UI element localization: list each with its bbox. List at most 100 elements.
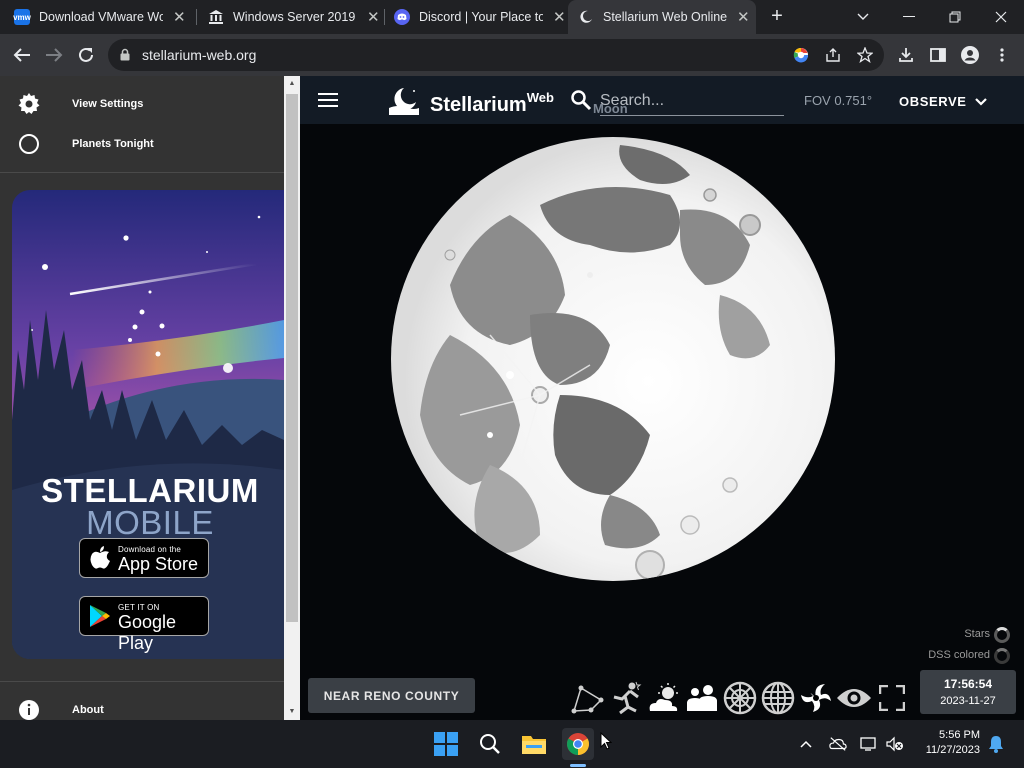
file-explorer-icon[interactable] xyxy=(518,728,550,760)
tab-close-icon[interactable]: ✕ xyxy=(173,8,186,26)
time-text: 17:56:54 xyxy=(943,677,993,691)
windows-start-icon[interactable] xyxy=(430,728,462,760)
forward-arrow-icon[interactable] xyxy=(42,43,66,67)
equatorial-grid-icon[interactable] xyxy=(760,680,796,716)
search-icon[interactable] xyxy=(570,89,592,116)
stellarium-icon xyxy=(578,9,594,25)
windows-taskbar: 5:56 PM 11/27/2023 xyxy=(0,720,1024,768)
moon-image[interactable] xyxy=(390,135,836,583)
landscape-icon[interactable] xyxy=(684,680,720,716)
fov-readout: FOV 0.751° xyxy=(804,93,873,108)
app-store-button[interactable]: Download on the App Store xyxy=(79,538,209,578)
stellarium-logo-icon xyxy=(388,86,420,121)
sidebar-item-label: About xyxy=(72,704,104,716)
chevron-down-icon xyxy=(974,94,987,109)
tab-search-chevron-icon[interactable] xyxy=(840,0,886,34)
tab-stellarium[interactable]: Stellarium Web Online ✕ xyxy=(568,0,756,34)
info-icon xyxy=(17,698,41,720)
stellarium-brand: StellariumWeb xyxy=(430,90,554,117)
sidebar-item-view-settings[interactable]: View Settings xyxy=(0,84,284,124)
chrome-taskbar-icon[interactable] xyxy=(562,728,594,760)
divider xyxy=(0,681,284,682)
share-icon[interactable] xyxy=(824,46,842,64)
stellarium-top-bar: StellariumWeb Moon FOV 0.751° OBSERVE xyxy=(300,76,1024,124)
tab-vmware[interactable]: vmw Download VMware Wo ✕ xyxy=(13,0,192,34)
tab-separator xyxy=(384,9,385,25)
brand-suffix: Web xyxy=(526,90,554,105)
constellation-art-icon[interactable] xyxy=(608,680,644,716)
atmosphere-icon[interactable] xyxy=(646,680,682,716)
night-mode-eye-icon[interactable] xyxy=(836,680,872,716)
google-play-small-text: GET IT ON xyxy=(118,603,160,612)
volume-muted-icon[interactable] xyxy=(886,735,904,753)
system-clock[interactable]: 5:56 PM 11/27/2023 xyxy=(908,728,980,758)
notification-bell-icon[interactable] xyxy=(987,735,1005,753)
tab-title: Discord | Your Place to xyxy=(419,10,543,24)
scroll-down-arrow-icon[interactable]: ▼ xyxy=(286,706,298,718)
reload-icon[interactable] xyxy=(74,43,98,67)
layer-dss-spinner-icon[interactable] xyxy=(994,648,1010,664)
vmware-favicon-icon: vmw xyxy=(13,9,31,25)
browser-tab-strip: vmw Download VMware Wo ✕ Windows Server … xyxy=(0,0,1024,34)
tab-title: Windows Server 2019 ( xyxy=(233,10,357,24)
google-play-button[interactable]: GET IT ON Google Play xyxy=(79,596,209,653)
side-panel: View Settings Planets Tonight STELLARIUM… xyxy=(0,76,284,720)
side-panel-icon[interactable] xyxy=(928,45,948,65)
stellarium-mobile-promo[interactable]: STELLARIUM MOBILE Download on the App St… xyxy=(12,190,284,659)
active-app-indicator xyxy=(570,764,586,767)
selected-object-name: Moon xyxy=(593,101,628,116)
download-icon[interactable] xyxy=(896,45,916,65)
deep-sky-objects-icon[interactable] xyxy=(798,680,834,716)
tray-chevron-up-icon[interactable] xyxy=(797,735,815,753)
tab-discord[interactable]: Discord | Your Place to ✕ xyxy=(394,0,566,34)
app-store-big-text: App Store xyxy=(118,554,199,574)
clock-date: 11/27/2023 xyxy=(925,744,980,756)
network-icon[interactable] xyxy=(860,735,878,753)
restore-icon[interactable] xyxy=(932,0,978,34)
back-arrow-icon[interactable] xyxy=(10,43,34,67)
onedrive-off-icon[interactable] xyxy=(829,735,847,753)
bookmark-star-icon[interactable] xyxy=(856,46,874,64)
browser-toolbar: stellarium-web.org xyxy=(0,34,1024,76)
layer-stars-spinner-icon[interactable] xyxy=(994,627,1010,643)
hamburger-menu-icon[interactable] xyxy=(318,90,338,110)
tab-separator xyxy=(196,9,197,25)
scroll-up-arrow-icon[interactable]: ▲ xyxy=(286,78,298,90)
date-time-button[interactable]: 17:56:54 2023-11-27 xyxy=(920,670,1016,714)
new-tab-button[interactable]: + xyxy=(766,6,788,28)
observe-label: OBSERVE xyxy=(899,93,967,109)
observe-button[interactable]: OBSERVE xyxy=(882,86,1002,116)
sidebar-item-about[interactable]: About xyxy=(0,690,284,720)
discord-icon xyxy=(394,9,410,25)
azimuthal-grid-icon[interactable] xyxy=(722,680,758,716)
kebab-menu-icon[interactable] xyxy=(992,45,1012,65)
promo-subtitle: MOBILE xyxy=(86,504,214,541)
fullscreen-icon[interactable] xyxy=(874,680,910,716)
constellation-lines-icon[interactable] xyxy=(570,680,606,716)
sidebar-item-label: Planets Tonight xyxy=(72,138,154,150)
gear-icon xyxy=(17,92,41,116)
tab-close-icon[interactable]: ✕ xyxy=(553,8,566,26)
profile-icon[interactable] xyxy=(960,45,980,65)
sidebar-item-planets-tonight[interactable]: Planets Tonight xyxy=(0,124,284,164)
layer-stars-label: Stars xyxy=(964,628,990,640)
google-play-big-text: Google Play xyxy=(118,612,177,653)
location-button[interactable]: NEAR RENO COUNTY xyxy=(308,678,475,713)
tab-close-icon[interactable]: ✕ xyxy=(367,8,380,26)
clock-time: 5:56 PM xyxy=(939,729,980,741)
promo-night-sky-illustration xyxy=(12,190,284,659)
tab-title: Download VMware Wo xyxy=(39,10,163,24)
taskbar-search-icon[interactable] xyxy=(474,728,506,760)
google-icon[interactable] xyxy=(792,46,810,64)
tab-windows-server[interactable]: Windows Server 2019 ( ✕ xyxy=(208,0,380,34)
address-bar[interactable]: stellarium-web.org xyxy=(108,39,884,71)
mouse-cursor-icon xyxy=(600,731,613,755)
close-window-icon[interactable] xyxy=(978,0,1024,34)
url-text: stellarium-web.org xyxy=(142,47,257,63)
scroll-thumb[interactable] xyxy=(286,94,298,622)
app-store-small-text: Download on the xyxy=(118,545,182,554)
tab-close-icon[interactable]: ✕ xyxy=(737,8,750,26)
sky-view[interactable]: StellariumWeb Moon FOV 0.751° OBSERVE xyxy=(300,76,1024,720)
lock-icon xyxy=(120,48,130,66)
minimize-icon[interactable] xyxy=(886,0,932,34)
